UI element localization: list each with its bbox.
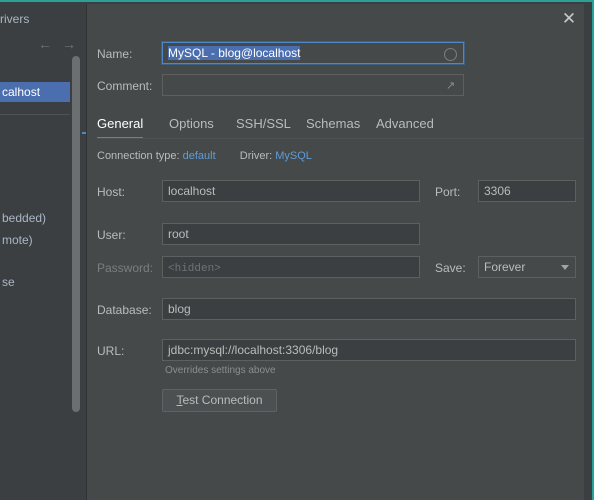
comment-label: Comment: bbox=[97, 79, 153, 93]
tab-options[interactable]: Options bbox=[169, 110, 214, 137]
application-window: rivers ← → calhost bedded) mote) se ✕ Na… bbox=[0, 0, 594, 500]
dialog-titlebar: ✕ bbox=[87, 4, 590, 34]
background-list-item-embedded[interactable]: bedded) bbox=[0, 208, 46, 228]
driver-value[interactable]: MySQL bbox=[275, 150, 312, 162]
tab-schemas[interactable]: Schemas bbox=[306, 110, 360, 137]
expand-diagonal-icon[interactable]: ↗ bbox=[446, 80, 458, 92]
arrow-left-icon[interactable]: ← bbox=[38, 36, 52, 52]
window-right-edge bbox=[584, 4, 590, 500]
background-list-item-other[interactable]: se bbox=[0, 272, 15, 292]
tab-general[interactable]: General bbox=[97, 110, 144, 139]
tab-advanced[interactable]: Advanced bbox=[376, 110, 434, 137]
host-input[interactable]: localhost bbox=[162, 180, 420, 202]
name-label: Name: bbox=[97, 47, 133, 61]
save-dropdown[interactable]: Forever bbox=[478, 256, 576, 278]
background-data-sources-panel: rivers ← → calhost bedded) mote) se bbox=[0, 4, 86, 500]
user-label: User: bbox=[97, 228, 126, 242]
background-list-divider bbox=[0, 114, 70, 115]
background-data-source-list: ← → bbox=[0, 34, 76, 500]
save-dropdown-value: Forever bbox=[484, 260, 526, 274]
comment-input[interactable]: ↗ bbox=[162, 74, 464, 96]
user-row: User: root bbox=[87, 223, 590, 247]
name-input-value: MySQL - blog@localhost bbox=[168, 46, 301, 60]
test-connection-button[interactable]: Test Connection bbox=[162, 389, 277, 412]
database-row: Database: blog bbox=[87, 298, 590, 322]
arrow-right-icon[interactable]: → bbox=[62, 36, 76, 52]
password-label: Password: bbox=[97, 261, 154, 275]
test-connection-label: est Connection bbox=[182, 393, 263, 407]
background-panel-scrollbar[interactable] bbox=[72, 56, 80, 412]
user-input[interactable]: root bbox=[162, 223, 420, 245]
host-label: Host: bbox=[97, 185, 126, 199]
url-label: URL: bbox=[97, 344, 125, 358]
scrollbar-thumb[interactable] bbox=[72, 56, 80, 412]
save-label: Save: bbox=[435, 261, 466, 275]
background-list-item-remote[interactable]: mote) bbox=[0, 230, 33, 250]
driver-label: Driver: bbox=[239, 150, 273, 162]
password-input[interactable]: <hidden> bbox=[162, 256, 420, 278]
chevron-down-icon bbox=[561, 265, 569, 270]
name-input[interactable]: MySQL - blog@localhost bbox=[162, 42, 464, 64]
url-input[interactable]: jdbc:mysql://localhost:3306/blog bbox=[162, 339, 576, 361]
background-list-item-selected[interactable]: calhost bbox=[0, 82, 70, 102]
tabs-underline bbox=[97, 138, 590, 139]
password-row: Password: <hidden> Save: Forever bbox=[87, 256, 590, 280]
password-placeholder: <hidden> bbox=[168, 263, 221, 275]
connection-info-line: Connection type: default Driver: MySQL bbox=[97, 150, 312, 162]
background-panel-title: rivers bbox=[0, 12, 30, 26]
port-label: Port: bbox=[435, 185, 461, 199]
host-row: Host: localhost Port: 3306 bbox=[87, 180, 590, 204]
comment-row: Comment: ↗ bbox=[87, 74, 590, 98]
dialog-tabs: General Options SSH/SSL Schemas Advanced bbox=[97, 110, 590, 140]
database-input[interactable]: blog bbox=[162, 298, 576, 320]
connection-type-label: Connection type: bbox=[97, 150, 180, 162]
circle-icon[interactable] bbox=[444, 48, 457, 61]
port-input[interactable]: 3306 bbox=[478, 180, 576, 202]
name-row: Name: MySQL - blog@localhost bbox=[87, 42, 590, 66]
connection-type-value[interactable]: default bbox=[183, 150, 216, 162]
url-hint: Overrides settings above bbox=[165, 365, 276, 376]
url-row: URL: jdbc:mysql://localhost:3306/blog bbox=[87, 339, 590, 363]
close-icon[interactable]: ✕ bbox=[558, 8, 580, 30]
tab-ssh-ssl[interactable]: SSH/SSL bbox=[236, 110, 291, 137]
database-label: Database: bbox=[97, 303, 152, 317]
data-source-dialog: ✕ Name: MySQL - blog@localhost Comment: … bbox=[86, 4, 590, 500]
